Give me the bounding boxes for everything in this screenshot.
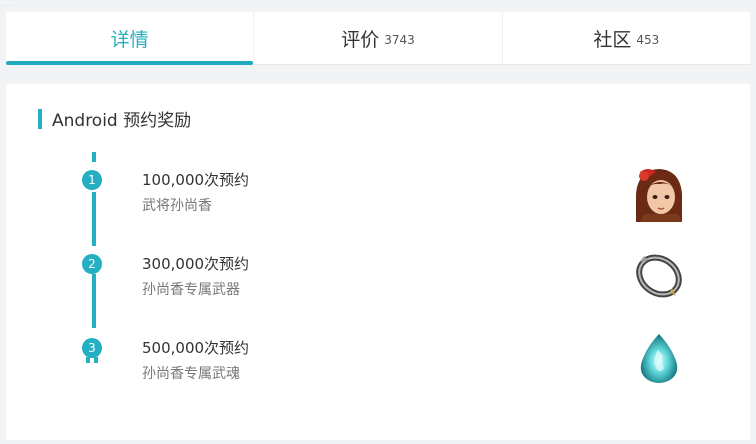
milestone-text: 500,000次预约 <box>142 339 250 357</box>
milestone-text: 300,000次预约 <box>142 255 250 273</box>
reward-text: 孙尚香专属武器 <box>142 282 240 298</box>
reward-text: 孙尚香专属武魂 <box>142 366 240 382</box>
tab-community-label: 社区 <box>593 28 632 51</box>
reward-text: 武将孙尚香 <box>142 198 212 214</box>
step-badge-1: 1 <box>82 170 102 190</box>
section-title-text: Android 预约奖励 <box>52 111 192 131</box>
section-title: Android 预约奖励 <box>38 106 191 131</box>
timeline-segment <box>92 192 96 246</box>
reward-item-1: 100,000次预约 武将孙尚香 <box>142 170 249 216</box>
tab-community-count: 453 <box>636 33 660 47</box>
timeline-segment <box>92 274 96 328</box>
tab-reviews[interactable]: 评价 3743 <box>254 12 503 64</box>
tab-community[interactable]: 社区 453 <box>503 12 750 64</box>
step-badge-2: 2 <box>82 254 102 274</box>
reward-item-2: 300,000次预约 孙尚香专属武器 <box>142 254 249 300</box>
spirit-flame-icon <box>630 330 688 388</box>
ring-weapon-icon <box>630 246 688 304</box>
reservation-rewards-card: Android 预约奖励 1 100,000次预约 武将孙尚香 2 300,00… <box>6 84 750 440</box>
tab-reviews-label: 评价 <box>341 28 380 51</box>
tab-details-label: 详情 <box>110 28 149 51</box>
step-badge-3: 3 <box>82 338 102 363</box>
character-portrait-icon <box>630 164 688 222</box>
title-accent-bar <box>38 108 42 129</box>
tab-details[interactable]: 详情 <box>6 12 255 65</box>
clipped-header-fragment: ▁▁ <box>0 0 16 6</box>
timeline-dash-top <box>92 152 96 162</box>
milestone-text: 100,000次预约 <box>142 171 250 189</box>
tab-reviews-count: 3743 <box>384 33 415 47</box>
reward-item-3: 500,000次预约 孙尚香专属武魂 <box>142 338 249 384</box>
tab-bar: 详情 评价 3743 社区 453 <box>6 12 750 65</box>
